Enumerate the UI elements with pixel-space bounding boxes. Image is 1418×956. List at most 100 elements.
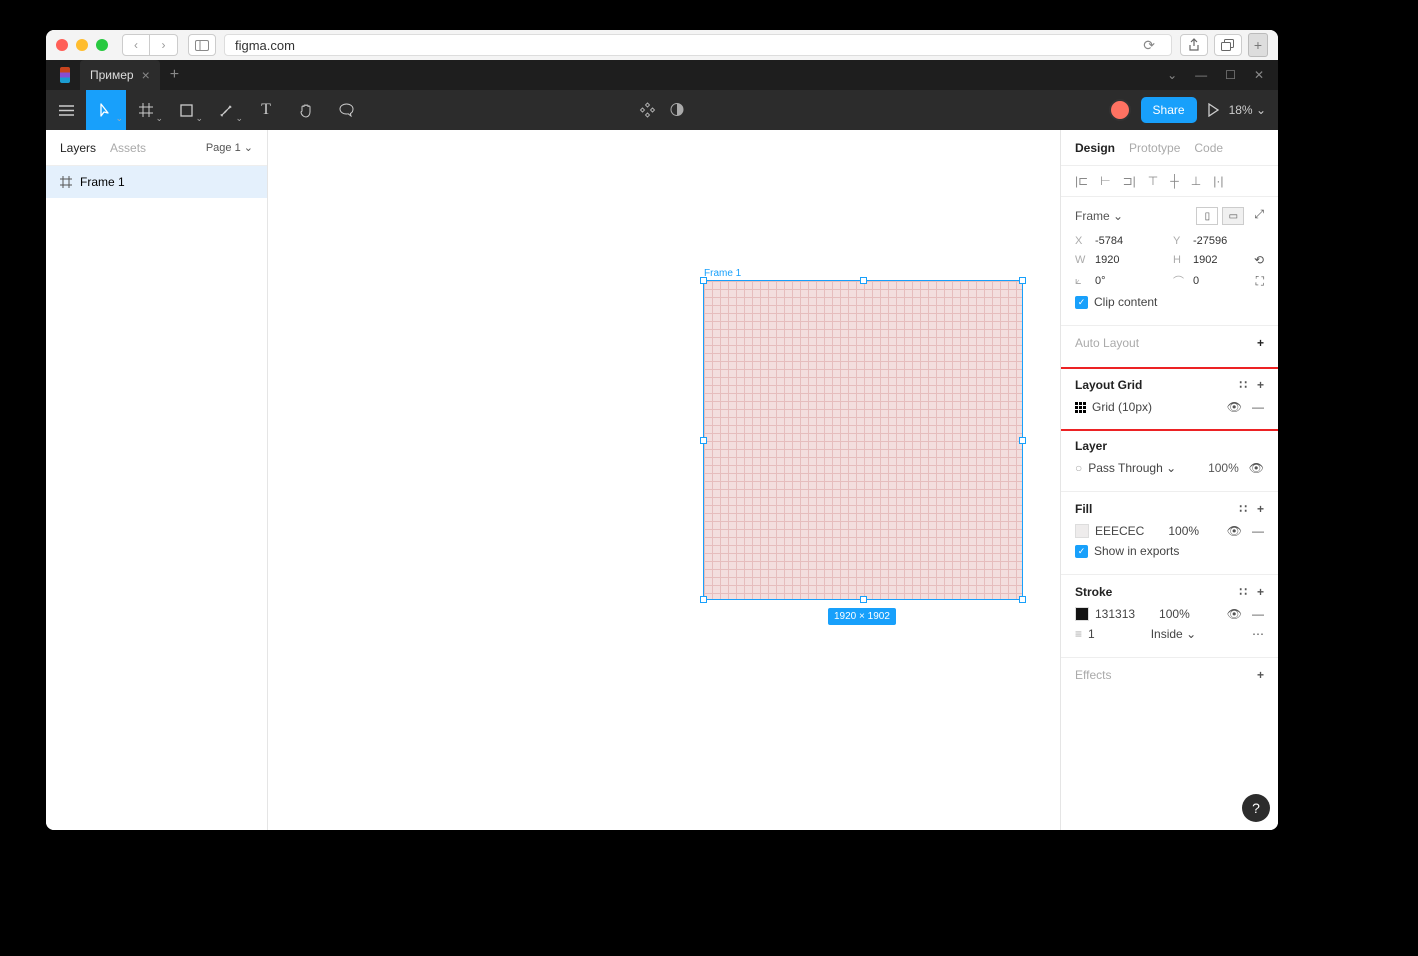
assets-tab[interactable]: Assets bbox=[110, 141, 146, 155]
x-input[interactable]: -5784 bbox=[1095, 235, 1145, 247]
new-tab-button[interactable]: + bbox=[1248, 33, 1268, 57]
help-button[interactable]: ? bbox=[1242, 794, 1270, 822]
window-maximize-icon[interactable]: ☐ bbox=[1225, 68, 1236, 82]
page-selector[interactable]: Page 1 ⌄ bbox=[206, 141, 253, 154]
grid-icon[interactable] bbox=[1075, 402, 1086, 413]
independent-corners-icon[interactable]: ⛶ bbox=[1256, 274, 1264, 289]
eye-icon[interactable]: 👁 bbox=[1227, 524, 1242, 538]
remove-fill-icon[interactable]: — bbox=[1252, 524, 1264, 538]
resize-fit-icon[interactable]: ⤢ bbox=[1254, 207, 1264, 225]
align-bottom-icon[interactable]: ⊥ bbox=[1191, 174, 1201, 188]
grid-styles-icon[interactable]: ∷ bbox=[1239, 378, 1247, 392]
remove-grid-icon[interactable]: — bbox=[1252, 400, 1264, 414]
share-page-icon[interactable] bbox=[1180, 34, 1208, 56]
chevron-down-icon[interactable]: ⌄ bbox=[1167, 68, 1177, 82]
clip-checkbox[interactable]: ✓ bbox=[1075, 296, 1088, 309]
text-tool[interactable]: T bbox=[246, 90, 286, 130]
align-hcenter-icon[interactable]: ⊢ bbox=[1100, 174, 1110, 188]
align-controls[interactable]: |⊏ ⊢ ⊐| ⊤ ┼ ⊥ |·| bbox=[1061, 166, 1278, 197]
menu-button[interactable] bbox=[46, 90, 86, 130]
share-button[interactable]: Share bbox=[1141, 97, 1197, 123]
layer-opacity[interactable]: 100% bbox=[1208, 461, 1239, 475]
fill-hex[interactable]: EEECEC bbox=[1095, 524, 1144, 538]
orientation-landscape[interactable]: ▭ bbox=[1222, 207, 1244, 225]
layers-tab[interactable]: Layers bbox=[60, 141, 96, 155]
eye-icon[interactable]: 👁 bbox=[1249, 461, 1264, 475]
forward-button[interactable]: › bbox=[150, 34, 178, 56]
tabs-icon[interactable] bbox=[1214, 34, 1242, 56]
resize-handle[interactable] bbox=[700, 596, 707, 603]
eye-icon[interactable]: 👁 bbox=[1227, 607, 1242, 621]
resize-handle[interactable] bbox=[700, 437, 707, 444]
window-traffic-lights[interactable] bbox=[56, 39, 108, 51]
layer-row-frame1[interactable]: Frame 1 bbox=[46, 166, 267, 198]
canvas[interactable]: Frame 1 1920 × 1902 bbox=[268, 130, 1060, 830]
code-tab[interactable]: Code bbox=[1194, 141, 1223, 155]
resize-handle[interactable] bbox=[1019, 277, 1026, 284]
align-right-icon[interactable]: ⊐| bbox=[1123, 174, 1136, 188]
resize-handle[interactable] bbox=[1019, 596, 1026, 603]
add-effect-icon[interactable]: + bbox=[1257, 668, 1264, 682]
stroke-swatch[interactable] bbox=[1075, 607, 1089, 621]
remove-stroke-icon[interactable]: — bbox=[1252, 607, 1264, 621]
stroke-styles-icon[interactable]: ∷ bbox=[1239, 585, 1247, 599]
fill-swatch[interactable] bbox=[1075, 524, 1089, 538]
fill-styles-icon[interactable]: ∷ bbox=[1239, 502, 1247, 516]
pen-tool[interactable] bbox=[206, 90, 246, 130]
back-button[interactable]: ‹ bbox=[122, 34, 150, 56]
resize-handle[interactable] bbox=[860, 277, 867, 284]
stroke-width[interactable]: 1 bbox=[1088, 627, 1095, 641]
add-auto-layout-icon[interactable]: + bbox=[1257, 336, 1264, 350]
comment-tool[interactable] bbox=[326, 90, 366, 130]
url-bar[interactable]: figma.com ⟳ bbox=[224, 34, 1172, 56]
align-left-icon[interactable]: |⊏ bbox=[1075, 174, 1088, 188]
shape-tool[interactable] bbox=[166, 90, 206, 130]
show-exports-checkbox[interactable]: ✓ bbox=[1075, 545, 1088, 558]
hand-tool[interactable] bbox=[286, 90, 326, 130]
components-icon[interactable] bbox=[640, 102, 656, 118]
minimize-icon[interactable] bbox=[76, 39, 88, 51]
prototype-tab[interactable]: Prototype bbox=[1129, 141, 1180, 155]
reload-icon[interactable]: ⟳ bbox=[1143, 37, 1161, 54]
rotation-input[interactable]: 0° bbox=[1095, 275, 1145, 287]
stroke-opacity[interactable]: 100% bbox=[1159, 607, 1190, 621]
stroke-pos[interactable]: Inside ⌄ bbox=[1151, 627, 1196, 641]
stroke-hex[interactable]: 131313 bbox=[1095, 607, 1135, 621]
align-top-icon[interactable]: ⊤ bbox=[1148, 174, 1158, 188]
add-tab-button[interactable]: + bbox=[160, 66, 189, 84]
design-tab[interactable]: Design bbox=[1075, 141, 1115, 155]
frame-preset[interactable]: Frame ⌄ bbox=[1075, 209, 1123, 223]
add-fill-icon[interactable]: + bbox=[1257, 502, 1264, 516]
grid-label[interactable]: Grid (10px) bbox=[1092, 400, 1152, 414]
y-input[interactable]: -27596 bbox=[1193, 235, 1243, 247]
frame-tool[interactable] bbox=[126, 90, 166, 130]
stroke-more-icon[interactable]: ⋯ bbox=[1252, 627, 1264, 641]
zoom-level[interactable]: 18% ⌄ bbox=[1229, 103, 1266, 117]
align-vcenter-icon[interactable]: ┼ bbox=[1170, 174, 1179, 188]
distribute-icon[interactable]: |·| bbox=[1213, 174, 1223, 188]
blend-mode[interactable]: Pass Through ⌄ bbox=[1088, 461, 1176, 475]
eye-icon[interactable]: 👁 bbox=[1227, 400, 1242, 414]
close-tab-icon[interactable]: × bbox=[142, 67, 150, 83]
frame-title[interactable]: Frame 1 bbox=[704, 268, 741, 279]
radius-input[interactable]: 0 bbox=[1193, 275, 1243, 287]
orientation-portrait[interactable]: ▯ bbox=[1196, 207, 1218, 225]
link-dimensions-icon[interactable]: ⟲ bbox=[1254, 253, 1264, 267]
mask-icon[interactable] bbox=[670, 102, 685, 118]
resize-handle[interactable] bbox=[860, 596, 867, 603]
window-minimize-icon[interactable]: — bbox=[1195, 68, 1207, 82]
move-tool[interactable] bbox=[86, 90, 126, 130]
resize-handle[interactable] bbox=[1019, 437, 1026, 444]
fullscreen-icon[interactable] bbox=[96, 39, 108, 51]
add-stroke-icon[interactable]: + bbox=[1257, 585, 1264, 599]
file-tab[interactable]: Пример × bbox=[80, 60, 160, 90]
w-input[interactable]: 1920 bbox=[1095, 254, 1145, 266]
fill-opacity[interactable]: 100% bbox=[1168, 524, 1199, 538]
avatar[interactable] bbox=[1109, 99, 1131, 121]
h-input[interactable]: 1902 bbox=[1193, 254, 1243, 266]
present-icon[interactable] bbox=[1207, 103, 1219, 117]
figma-logo-icon[interactable] bbox=[50, 60, 80, 90]
close-icon[interactable] bbox=[56, 39, 68, 51]
add-grid-icon[interactable]: + bbox=[1257, 378, 1264, 392]
sidebar-toggle-icon[interactable] bbox=[188, 34, 216, 56]
